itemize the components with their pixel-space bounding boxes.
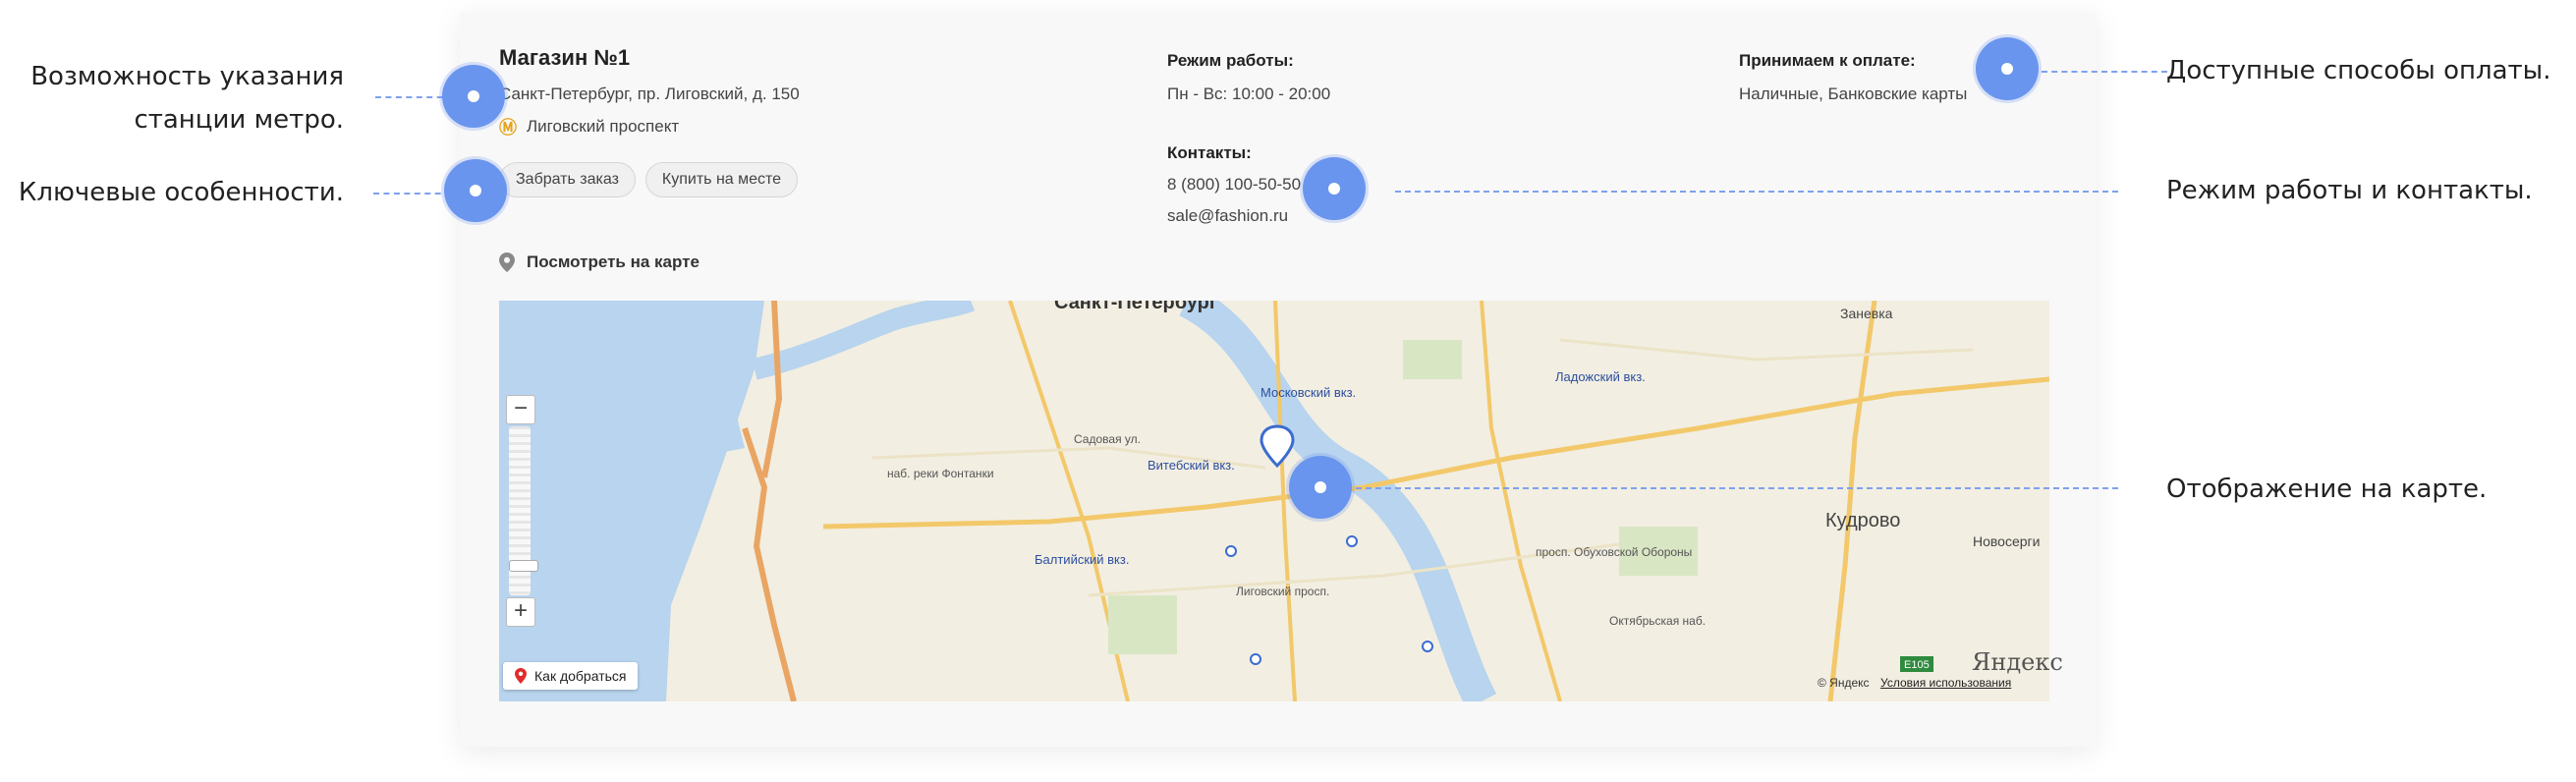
schedule-hours: Пн - Вс: 10:00 - 20:00 <box>1167 84 1331 103</box>
annotation-dot-map <box>1289 456 1352 519</box>
place-novosergi: Новосерги <box>1973 533 2040 549</box>
payment-heading: Принимаем к оплате: <box>1739 51 1916 70</box>
annotation-dot-payment <box>1976 37 2039 100</box>
map-terms-link[interactable]: Условия использования <box>1880 676 2011 690</box>
contacts-heading: Контакты: <box>1167 143 1252 162</box>
street-ligovsky: Лиговский просп. <box>1236 585 1329 598</box>
route-pin-icon <box>515 668 527 684</box>
place-moskovsky: Московский вкз. <box>1260 385 1356 400</box>
place-kudrovo: Кудрово <box>1825 510 1900 531</box>
route-e105: E105 <box>1904 659 1930 671</box>
annotation-line-map <box>1346 487 2118 489</box>
chip-buy-in-store[interactable]: Купить на месте <box>644 162 799 197</box>
metro-m-icon: Ⓜ <box>499 118 517 138</box>
metro-dot-icon <box>1250 653 1261 665</box>
annotation-metro: Возможность указания станции метро. <box>30 62 344 135</box>
metro-dot-icon <box>1346 535 1358 547</box>
map-canvas[interactable]: Санкт-Петербург Заневка Ладожский вкз. М… <box>499 301 2049 701</box>
store-address: Санкт-Петербург, пр. Лиговский, д. 150 <box>499 84 800 103</box>
park <box>1403 340 1462 379</box>
annotation-payment: Доступные способы оплаты. <box>2166 56 2551 85</box>
zoom-control: − + <box>506 395 538 627</box>
street-obukhovskoy: просп. Обуховской Обороны <box>1536 545 1692 559</box>
map-pin-icon <box>499 252 515 272</box>
yandex-logo: Яндекс <box>1972 648 2063 676</box>
zoom-slider-thumb[interactable] <box>509 560 538 572</box>
schedule-heading: Режим работы: <box>1167 51 1294 70</box>
route-button[interactable]: Как добраться <box>503 662 639 690</box>
metro-station-label: Лиговский проспект <box>527 117 680 136</box>
chip-pickup[interactable]: Забрать заказ <box>499 162 636 197</box>
annotation-features: Ключевые особенности. <box>18 178 344 207</box>
place-ladozhsky: Ладожский вкз. <box>1555 369 1646 384</box>
place-baltiysky: Балтийский вкз. <box>1035 552 1129 567</box>
annotation-dot-schedule <box>1303 157 1366 220</box>
zoom-in-button[interactable]: + <box>506 597 535 627</box>
zoom-out-button[interactable]: − <box>506 395 535 424</box>
street-fontanka: наб. реки Фонтанки <box>887 467 994 480</box>
zoom-slider[interactable] <box>509 426 538 595</box>
store-title: Магазин №1 <box>499 45 631 70</box>
view-on-map-label: Посмотреть на карте <box>527 252 700 271</box>
view-on-map-link[interactable]: Посмотреть на карте <box>499 252 700 272</box>
map[interactable]: Санкт-Петербург Заневка Ладожский вкз. М… <box>499 301 2049 701</box>
map-copyright: © Яндекс <box>1818 676 1870 690</box>
annotation-line-payment <box>2042 71 2167 73</box>
place-vitebsky: Витебский вкз. <box>1148 458 1235 473</box>
park <box>1108 595 1177 654</box>
annotation-line-schedule <box>1395 191 2118 193</box>
metro-station: Ⓜ Лиговский проспект <box>499 114 679 140</box>
annotation-dot-features <box>444 159 507 222</box>
feature-chips: Забрать заказ Купить на месте <box>499 162 799 197</box>
annotation-map: Отображение на карте. <box>2166 475 2488 504</box>
payment-methods: Наличные, Банковские карты <box>1739 84 1968 103</box>
metro-dot-icon <box>1422 641 1433 652</box>
annotation-schedule-contacts: Режим работы и контакты. <box>2166 176 2533 205</box>
place-spb: Санкт-Петербург <box>1054 301 1217 313</box>
street-sadovaya: Садовая ул. <box>1074 432 1141 446</box>
contacts-phone[interactable]: 8 (800) 100-50-50 <box>1167 175 1301 195</box>
annotation-dot-metro <box>442 65 505 128</box>
place-zanevka: Заневка <box>1840 306 1893 321</box>
contacts-email[interactable]: sale@fashion.ru <box>1167 206 1288 226</box>
metro-dot-icon <box>1225 545 1237 557</box>
street-oktyabrskaya: Октябрьская наб. <box>1609 614 1706 628</box>
route-button-label: Как добраться <box>534 668 627 684</box>
